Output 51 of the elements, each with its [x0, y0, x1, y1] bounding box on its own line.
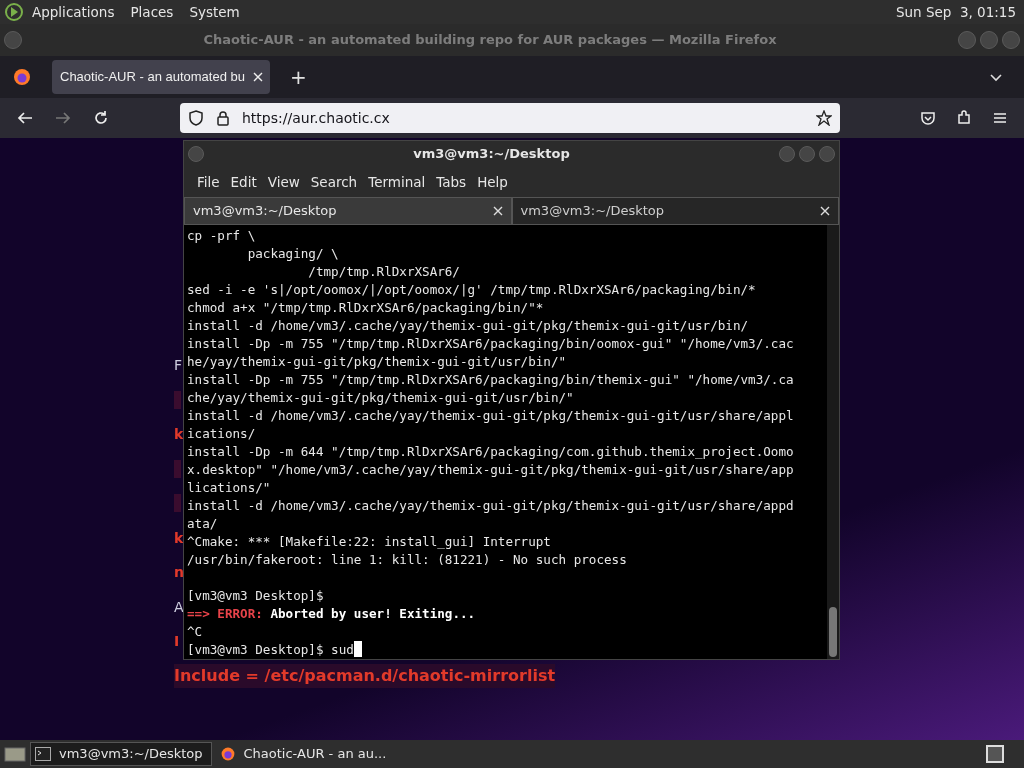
terminal-line: install -d /home/vm3/.cache/yay/themix-gui-git/pkg/themix-gui-git/usr/share/appl: [187, 407, 794, 425]
page-text: k: [174, 425, 184, 444]
terminal-line: he/yay/themix-gui-git/pkg/themix-gui-git/usr/bin/": [187, 353, 567, 371]
terminal-line: x.desktop" "/home/vm3/.cache/yay/themix-gui-git/pkg/themix-gui-git/usr/share/app: [187, 461, 794, 479]
terminal-line: ^C: [187, 623, 203, 641]
terminal-tab[interactable]: vm3@vm3:~/Desktop: [511, 197, 839, 225]
terminal-line: install -Dp -m 755 "/tmp/tmp.RlDxrXSAr6/packaging/bin/oomox-gui" "/home/vm3/.cac: [187, 335, 794, 353]
clock[interactable]: Sun Sep 3, 01:15: [895, 1, 1016, 23]
terminal-line: sed -i -e 's|/opt/oomox/|/opt/oomox/|g' /tmp/tmp.RlDxrXSAr6/packaging/bin/*: [187, 281, 756, 299]
terminal-tab[interactable]: vm3@vm3:~/Desktop: [184, 197, 512, 225]
menu-item[interactable]: Terminal: [363, 171, 431, 193]
terminal-line: /usr/bin/fakeroot: line 1: kill: (81221) - No such process: [187, 551, 627, 569]
new-tab-button[interactable]: +: [278, 62, 319, 92]
terminal-line: lications/": [187, 479, 271, 497]
terminal-line: cp -prf \: [187, 227, 256, 245]
terminal-line: chmod a+x "/tmp/tmp.RlDxrXSAr6/packaging/bin/"*: [187, 299, 544, 317]
terminal-line: ^Cmake: *** [Makefile:22: install_gui] Interrupt: [187, 533, 551, 551]
window-title: vm3@vm3:~/Desktop: [412, 145, 571, 164]
page-text: F: [174, 356, 183, 375]
terminal-line: Aborted by user! Exiting...: [270, 605, 476, 623]
terminal-line: [vm3@vm3 Desktop]$ sud: [187, 641, 354, 659]
terminal-line: install -d /home/vm3/.cache/yay/themix-gui-git/pkg/themix-gui-git/usr/share/appd: [187, 497, 794, 515]
menu-item[interactable]: Edit: [225, 171, 262, 193]
address-bar[interactable]: https://aur.chaotic.cx: [180, 103, 840, 133]
menu-item[interactable]: Search: [305, 171, 363, 193]
taskbar-button[interactable]: vm3@vm3:~/Desktop: [30, 742, 212, 766]
terminal-line: install -Dp -m 644 "/tmp/tmp.RlDxrXSAr6/packaging/com.github.themix_project.Oomo: [187, 443, 794, 461]
terminal-line: ata/: [187, 515, 218, 533]
page-text: k: [174, 528, 184, 547]
browser-tab[interactable]: Chaotic-AUR - an automated bu: [52, 60, 270, 94]
window-title: Chaotic-AUR - an automated building repo for AUR packages — Mozilla Firefox: [202, 31, 778, 50]
menu-item[interactable]: Help: [472, 171, 513, 193]
terminal-line: install -Dp -m 755 "/tmp/tmp.RlDxrXSAr6/packaging/bin/themix-gui" "/home/vm3/.ca: [187, 371, 794, 389]
page-text: A: [174, 597, 184, 616]
page-text: I: [174, 632, 180, 651]
taskbar-button[interactable]: Chaotic-AUR - an au...: [215, 742, 395, 766]
terminal-line: [vm3@vm3 Desktop]$: [187, 587, 324, 605]
terminal-line: packaging/ \: [246, 245, 339, 263]
menu-item[interactable]: Applications: [32, 1, 115, 23]
menu-item[interactable]: File: [192, 171, 225, 193]
terminal-line: ications/: [187, 425, 256, 443]
terminal-line: che/yay/themix-gui-git/pkg/themix-gui-git/usr/bin/": [187, 389, 574, 407]
terminal-line: install -d /home/vm3/.cache/yay/themix-gui-git/pkg/themix-gui-git/usr/bin/: [187, 317, 749, 335]
menu-item[interactable]: System: [189, 1, 240, 23]
url-text: https://aur.chaotic.cx: [242, 108, 390, 128]
menu-item[interactable]: Tabs: [431, 171, 472, 193]
menu-item[interactable]: Places: [130, 1, 174, 23]
terminal-line: /tmp/tmp.RlDxrXSAr6/: [307, 263, 460, 281]
menu-item[interactable]: View: [262, 171, 305, 193]
error-label: ==> ERROR:: [187, 605, 263, 623]
page-text: n: [174, 563, 184, 582]
